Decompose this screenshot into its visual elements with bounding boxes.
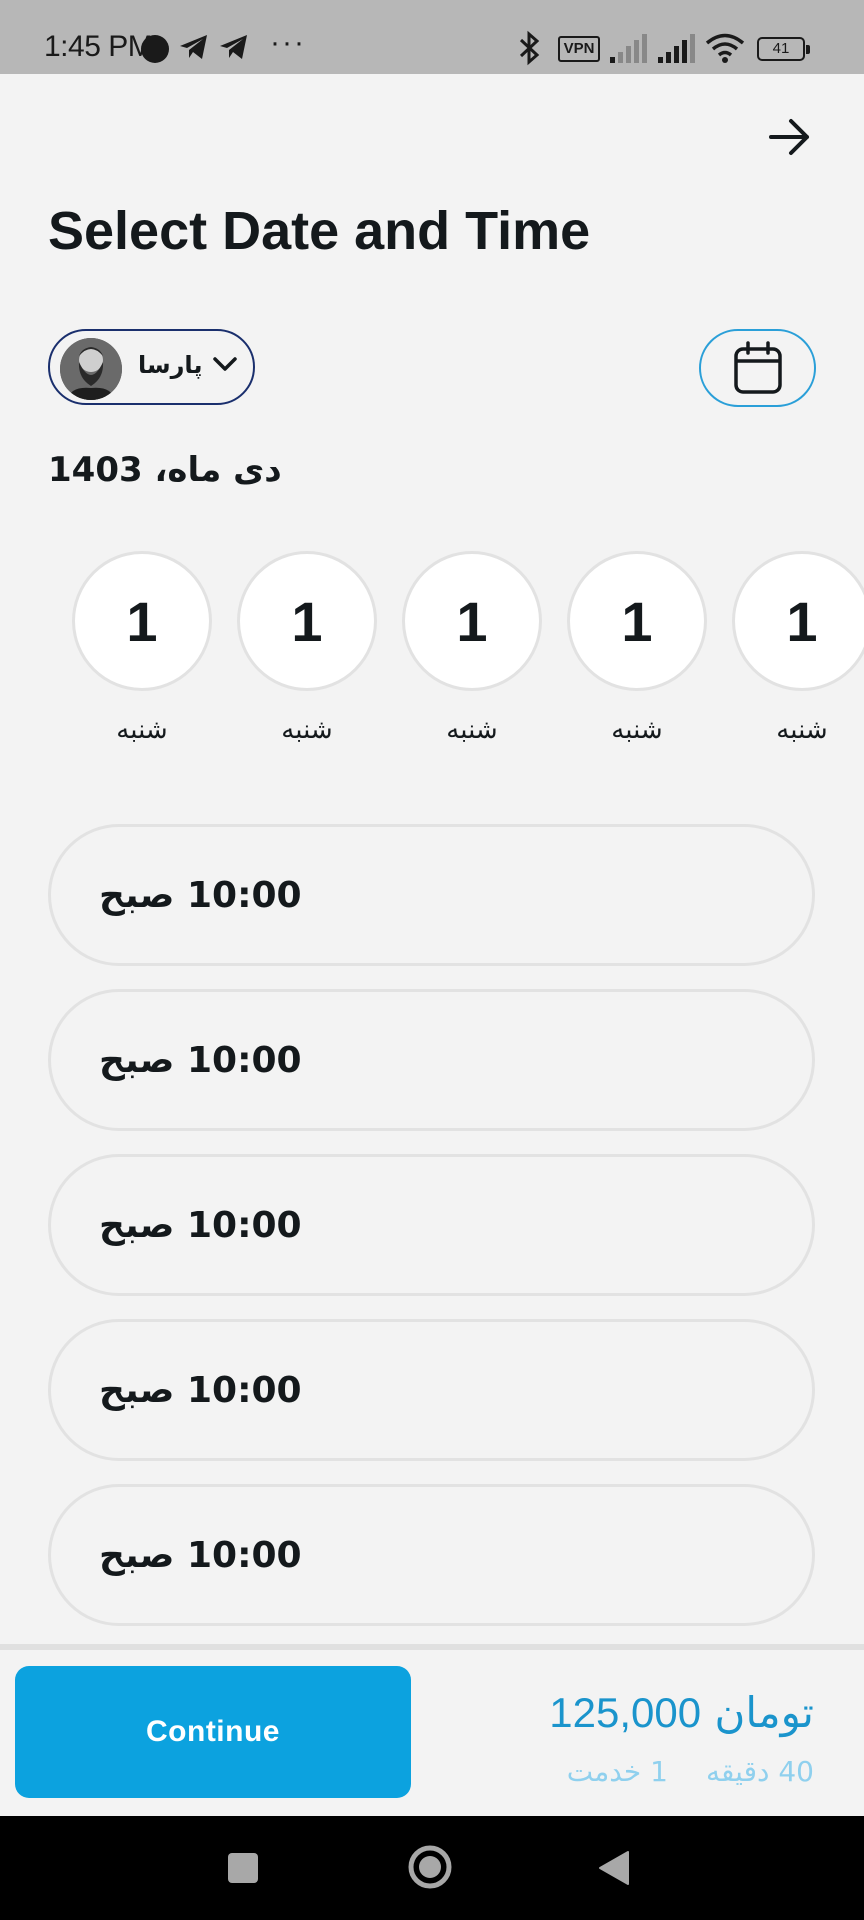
day-item[interactable]: 1 شنبه [237,551,377,745]
price-currency: تومان [714,1688,814,1737]
chevron-down-icon [213,357,237,371]
vpn-icon: VPN [558,36,600,62]
back-nav-button[interactable] [596,1848,632,1888]
total-price: تومان 125,000 [549,1688,814,1737]
staff-selector[interactable]: پارسا [48,329,255,405]
calendar-icon [733,341,782,394]
time-slot-label: 10:00 صبح [99,1204,302,1246]
day-number: 1 [402,551,542,691]
booking-summary: 40 دقیقه 1 خدمت [567,1755,814,1788]
day-weekday: شنبه [281,715,333,745]
signal-icon [658,34,695,63]
battery-icon: 41 [757,37,810,61]
time-slot-label: 10:00 صبح [99,1369,302,1411]
time-slot[interactable]: 10:00 صبح [48,989,815,1131]
status-time: 1:45 PM [44,30,153,63]
price-amount: 125,000 [549,1689,702,1736]
duration-label: 40 دقیقه [705,1755,814,1788]
system-nav-bar [0,1816,864,1920]
booking-footer: Continue تومان 125,000 40 دقیقه 1 خدمت [0,1650,864,1816]
status-bar: 1:45 PM ··· VPN 41 [0,0,864,74]
time-slot[interactable]: 10:00 صبح [48,1154,815,1296]
time-slot-label: 10:00 صبح [99,874,302,916]
continue-button[interactable]: Continue [15,1666,411,1798]
time-slot[interactable]: 10:00 صبح [48,1319,815,1461]
time-slot-label: 10:00 صبح [99,1534,302,1576]
day-weekday: شنبه [776,715,828,745]
day-item[interactable]: 1 شنبه [72,551,212,745]
page-title: Select Date and Time [48,201,591,261]
day-number: 1 [567,551,707,691]
signal-icon [610,34,647,63]
day-number: 1 [237,551,377,691]
time-slot[interactable]: 10:00 صبح [48,824,815,966]
more-notifications-icon: ··· [270,26,306,59]
day-item[interactable]: 1 شنبه [732,551,864,745]
day-item[interactable]: 1 شنبه [567,551,707,745]
day-number: 1 [732,551,864,691]
day-item[interactable]: 1 شنبه [402,551,542,745]
time-slot-label: 10:00 صبح [99,1039,302,1081]
telegram-icon [220,35,247,59]
service-count-label: 1 خدمت [566,1755,668,1788]
record-dot-icon [141,35,169,63]
staff-name: پارسا [138,351,203,379]
time-slot[interactable]: 10:00 صبح [48,1484,815,1626]
day-weekday: شنبه [446,715,498,745]
day-number: 1 [72,551,212,691]
telegram-icon [180,35,207,59]
bluetooth-icon [519,30,540,66]
back-button[interactable] [764,112,814,162]
month-label: دی ماه، 1403 [48,450,282,490]
arrow-right-icon [769,119,809,155]
day-weekday: شنبه [116,715,168,745]
avatar [60,338,122,400]
recents-button[interactable] [228,1853,258,1883]
calendar-button[interactable] [699,329,816,407]
day-weekday: شنبه [611,715,663,745]
wifi-icon [705,33,745,63]
home-button[interactable] [405,1842,455,1892]
